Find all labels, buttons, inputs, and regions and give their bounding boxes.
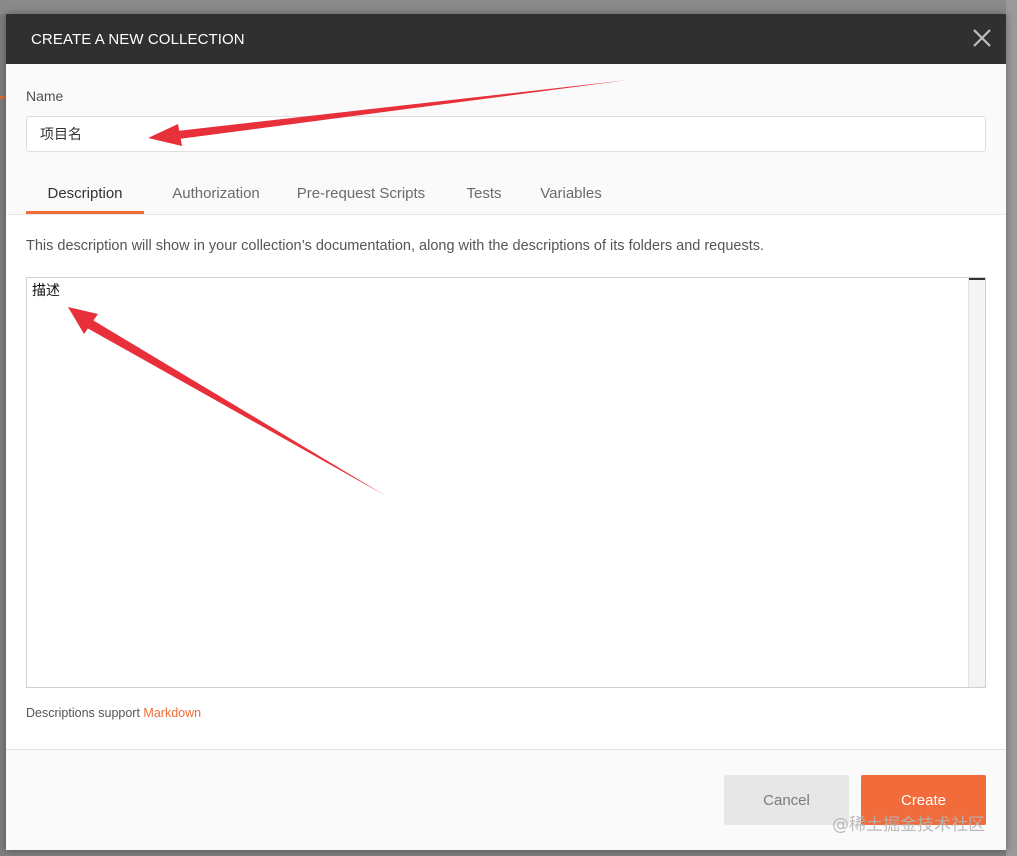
description-value: 描述	[32, 283, 60, 299]
description-textarea[interactable]: 描述	[26, 277, 986, 688]
markdown-support-prefix: Descriptions support	[26, 706, 144, 720]
markdown-link[interactable]: Markdown	[143, 706, 201, 720]
tab-pre-request-scripts[interactable]: Pre-request Scripts	[288, 178, 434, 214]
create-button[interactable]: Create	[861, 775, 986, 825]
tab-bar: Description Authorization Pre-request Sc…	[26, 178, 986, 214]
close-icon[interactable]	[970, 26, 994, 50]
tab-description[interactable]: Description	[26, 178, 144, 214]
background-app-edge	[1006, 0, 1017, 856]
tab-variables[interactable]: Variables	[532, 178, 610, 214]
tab-tests[interactable]: Tests	[456, 178, 512, 214]
name-label: Name	[26, 88, 64, 104]
name-input[interactable]	[26, 116, 986, 152]
modal-footer	[6, 750, 1006, 850]
markdown-support-note: Descriptions support Markdown	[26, 706, 201, 720]
scrollbar-thumb[interactable]	[969, 278, 985, 280]
tab-authorization[interactable]: Authorization	[154, 178, 278, 214]
background-app-top	[0, 0, 1017, 14]
create-collection-modal: CREATE A NEW COLLECTION Name Description…	[6, 14, 1006, 850]
description-scrollbar[interactable]	[968, 278, 985, 687]
modal-header: CREATE A NEW COLLECTION	[6, 14, 1006, 64]
description-help-text: This description will show in your colle…	[26, 238, 764, 254]
cancel-button[interactable]: Cancel	[724, 775, 849, 825]
modal-title: CREATE A NEW COLLECTION	[31, 31, 245, 48]
